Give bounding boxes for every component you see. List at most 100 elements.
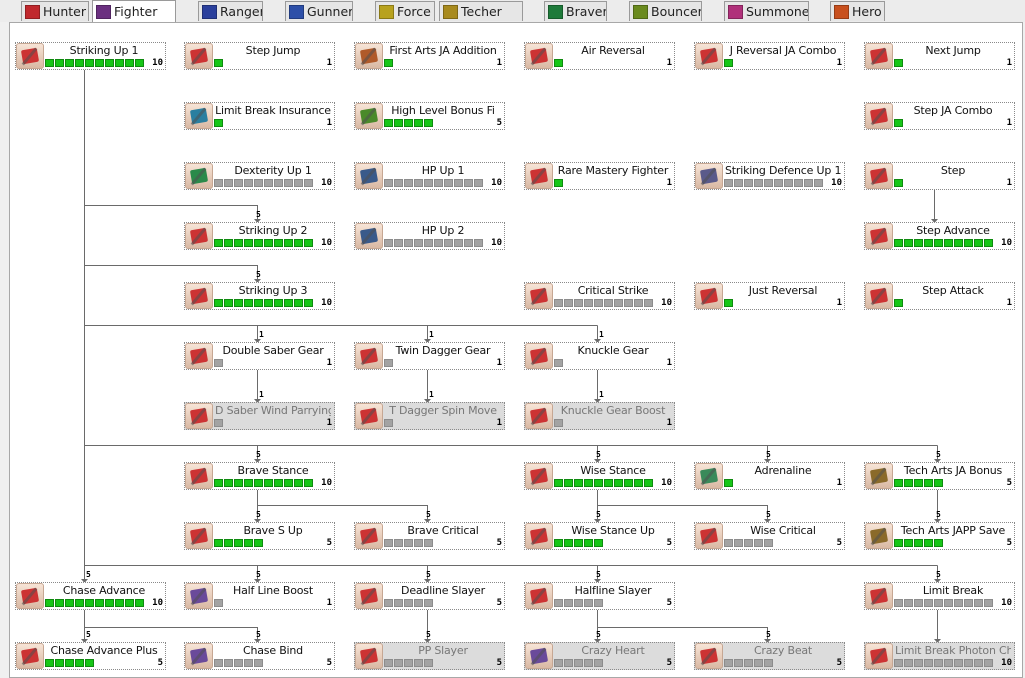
tab-ranger[interactable]: Ranger (198, 1, 263, 21)
skill-name: Step (940, 164, 966, 177)
skill-knuckle-gear[interactable]: Knuckle Gear 1 (524, 342, 675, 370)
skill-name: Crazy Heart (581, 644, 645, 657)
skill-point (244, 239, 253, 247)
skill-j-reversal-ja-combo[interactable]: J Reversal JA Combo 1 (694, 42, 845, 70)
skill-half-line-boost[interactable]: Half Line Boost 1 (184, 582, 335, 610)
skill-icon (185, 343, 213, 369)
skill-point (554, 659, 563, 667)
skill-limit-break[interactable]: Limit Break 10 (864, 582, 1015, 610)
skill-level-bar (554, 179, 563, 187)
skill-limit-break-insurance[interactable]: Limit Break Insurance 1 (184, 102, 335, 130)
tab-gunner[interactable]: Gunner (285, 1, 353, 21)
ranger-icon (202, 4, 217, 19)
skill-point (274, 479, 283, 487)
skill-double-saber-gear[interactable]: Double Saber Gear 1 (184, 342, 335, 370)
skill-d-saber-wind-parrying[interactable]: D Saber Wind Parrying 1 (184, 402, 335, 430)
skill-wise-stance-up[interactable]: Wise Stance Up 5 (524, 522, 675, 550)
skill-striking-up-2[interactable]: Striking Up 2 10 (184, 222, 335, 250)
skill-crazy-beat[interactable]: Crazy Beat 5 (694, 642, 845, 670)
skill-point (45, 59, 54, 67)
skill-point (734, 179, 743, 187)
tab-hero[interactable]: Hero (830, 1, 885, 21)
skill-point (254, 299, 263, 307)
skill-point (914, 479, 923, 487)
tab-summoner[interactable]: Summoner (724, 1, 809, 21)
skill-step[interactable]: Step 1 (864, 162, 1015, 190)
requirement-level: 5 (936, 570, 941, 579)
skill-step-attack[interactable]: Step Attack 1 (864, 282, 1015, 310)
skill-icon (185, 103, 213, 129)
tab-label: Fighter (114, 4, 158, 19)
skill-max-level: 1 (666, 358, 672, 368)
tab-bouncer[interactable]: Bouncer (629, 1, 702, 21)
skill-name: Wise Critical (750, 524, 816, 537)
skill-name: Double Saber Gear (222, 344, 324, 357)
tab-force[interactable]: Force (375, 1, 435, 21)
skill-chase-advance-plus[interactable]: Chase Advance Plus 5 (15, 642, 166, 670)
skill-name: Halfline Slayer (574, 584, 652, 597)
skill-point (934, 239, 943, 247)
skill-tech-arts-ja-bonus[interactable]: Tech Arts JA Bonus 5 (864, 462, 1015, 490)
skill-point (584, 539, 593, 547)
skill-chase-bind[interactable]: Chase Bind 5 (184, 642, 335, 670)
skill-point (234, 479, 243, 487)
skill-point (105, 59, 114, 67)
skill-point (65, 659, 74, 667)
skill-step-jump[interactable]: Step Jump 1 (184, 42, 335, 70)
requirement-level: 5 (256, 510, 261, 519)
skill-knuckle-gear-boost[interactable]: Knuckle Gear Boost 1 (524, 402, 675, 430)
skill-point (574, 539, 583, 547)
skill-hp-up-1[interactable]: HP Up 1 10 (354, 162, 505, 190)
skill-point (424, 239, 433, 247)
skill-point (75, 659, 84, 667)
skill-wise-stance[interactable]: Wise Stance 10 (524, 462, 675, 490)
skill-level-bar (894, 479, 943, 487)
skill-adrenaline[interactable]: Adrenaline 1 (694, 462, 845, 490)
skill-point (254, 179, 263, 187)
tab-label: Ranger (220, 4, 263, 19)
skill-brave-s-up[interactable]: Brave S Up 5 (184, 522, 335, 550)
tab-fighter[interactable]: Fighter (92, 0, 176, 22)
skill-next-jump[interactable]: Next Jump 1 (864, 42, 1015, 70)
skill-deadline-slayer[interactable]: Deadline Slayer 5 (354, 582, 505, 610)
skill-twin-dagger-gear[interactable]: Twin Dagger Gear 1 (354, 342, 505, 370)
skill-striking-up-1[interactable]: Striking Up 1 10 (15, 42, 166, 70)
tab-hunter[interactable]: Hunter (21, 1, 89, 21)
skill-air-reversal[interactable]: Air Reversal 1 (524, 42, 675, 70)
skill-rare-mastery-fighter[interactable]: Rare Mastery Fighter 1 (524, 162, 675, 190)
skill-t-dagger-spin-move[interactable]: T Dagger Spin Move 1 (354, 402, 505, 430)
skill-tech-arts-japp-save[interactable]: Tech Arts JAPP Save 5 (864, 522, 1015, 550)
skill-step-advance[interactable]: Step Advance 10 (864, 222, 1015, 250)
skill-dexterity-up-1[interactable]: Dexterity Up 1 10 (184, 162, 335, 190)
skill-level-bar (554, 299, 653, 307)
skill-point (634, 299, 643, 307)
skill-icon (185, 403, 213, 429)
skill-point (554, 419, 563, 427)
skill-brave-stance[interactable]: Brave Stance 10 (184, 462, 335, 490)
skill-crazy-heart[interactable]: Crazy Heart 5 (524, 642, 675, 670)
skill-step-ja-combo[interactable]: Step JA Combo 1 (864, 102, 1015, 130)
skill-wise-critical[interactable]: Wise Critical 5 (694, 522, 845, 550)
skill-striking-up-3[interactable]: Striking Up 3 10 (184, 282, 335, 310)
skill-limit-break-photon-charge[interactable]: Limit Break Photon Charge10 (864, 642, 1015, 670)
skill-point (274, 239, 283, 247)
skill-hp-up-2[interactable]: HP Up 2 10 (354, 222, 505, 250)
tab-techer[interactable]: Techer (439, 1, 523, 21)
fighter-icon (96, 4, 111, 19)
skill-point (264, 479, 273, 487)
skill-point (234, 239, 243, 247)
skill-chase-advance[interactable]: Chase Advance 10 (15, 582, 166, 610)
skill-just-reversal[interactable]: Just Reversal 1 (694, 282, 845, 310)
skill-first-arts-ja-addition[interactable]: First Arts JA Addition 1 (354, 42, 505, 70)
skill-critical-strike[interactable]: Critical Strike 10 (524, 282, 675, 310)
skill-point (254, 659, 263, 667)
skill-pp-slayer[interactable]: PP Slayer 5 (354, 642, 505, 670)
skill-brave-critical[interactable]: Brave Critical 5 (354, 522, 505, 550)
skill-halfline-slayer[interactable]: Halfline Slayer 5 (524, 582, 675, 610)
skill-point (214, 419, 223, 427)
skill-icon (16, 643, 44, 669)
tab-braver[interactable]: Braver (544, 1, 607, 21)
skill-striking-defence-up-1[interactable]: Striking Defence Up 1 10 (694, 162, 845, 190)
skill-high-level-bonus-fi[interactable]: High Level Bonus Fi 5 (354, 102, 505, 130)
skill-point (424, 119, 433, 127)
